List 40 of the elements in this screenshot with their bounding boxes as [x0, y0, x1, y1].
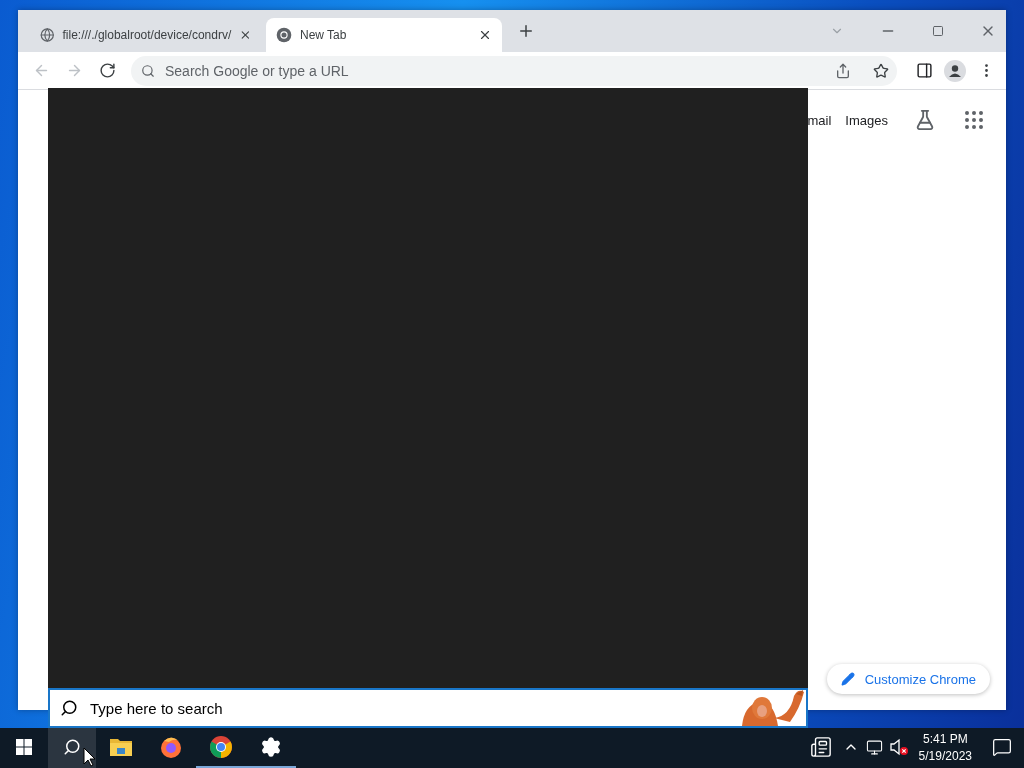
address-input[interactable]: Search Google or type a URL — [163, 61, 827, 80]
search-button[interactable] — [48, 728, 96, 768]
customize-chrome-button[interactable]: Customize Chrome — [826, 664, 990, 694]
pencil-icon — [840, 672, 855, 686]
search-icon — [63, 738, 81, 756]
globe-icon — [40, 27, 55, 43]
settings-icon[interactable] — [260, 736, 282, 758]
maximize-icon[interactable] — [932, 25, 944, 37]
notifications-icon[interactable] — [992, 737, 1012, 757]
tab-title: New Tab — [300, 28, 348, 42]
clock-time: 5:41 PM — [922, 731, 968, 748]
news-icon[interactable] — [809, 736, 832, 758]
star-icon[interactable] — [873, 62, 889, 79]
side-panel-icon[interactable] — [915, 62, 933, 79]
firefox-icon[interactable] — [159, 735, 183, 759]
top-link[interactable]: mail — [807, 112, 832, 128]
muted-speaker-icon[interactable] — [888, 738, 909, 756]
windows-start-icon[interactable] — [16, 739, 32, 755]
network-icon[interactable] — [866, 738, 884, 756]
clock-date: 5/19/2023 — [918, 748, 972, 765]
close-icon[interactable] — [478, 28, 492, 42]
search-icon — [60, 699, 78, 717]
profile-avatar-icon[interactable] — [944, 59, 966, 82]
apps-grid-icon[interactable] — [962, 108, 986, 132]
new-tab-icon[interactable] — [517, 22, 535, 40]
search-icon — [141, 63, 155, 78]
close-icon[interactable] — [239, 28, 252, 42]
browser-tab[interactable]: file:///./globalroot/device/condrv/ — [30, 18, 262, 52]
mouse-cursor-icon — [83, 747, 96, 767]
top-link[interactable]: Images — [845, 112, 888, 128]
share-icon[interactable] — [835, 62, 851, 79]
folder-icon[interactable] — [109, 737, 133, 757]
chrome-logo-icon — [276, 27, 292, 43]
chrome-icon[interactable] — [209, 735, 233, 759]
taskbar-search-field[interactable]: Type here to search — [48, 688, 808, 728]
reload-icon — [98, 62, 116, 79]
flask-icon[interactable] — [914, 109, 936, 131]
tab-title: file:///./globalroot/device/condrv/ — [62, 28, 232, 42]
address-bar[interactable]: Search Google or type a URL — [131, 55, 897, 86]
browser-tab[interactable]: New Tab — [266, 18, 502, 52]
